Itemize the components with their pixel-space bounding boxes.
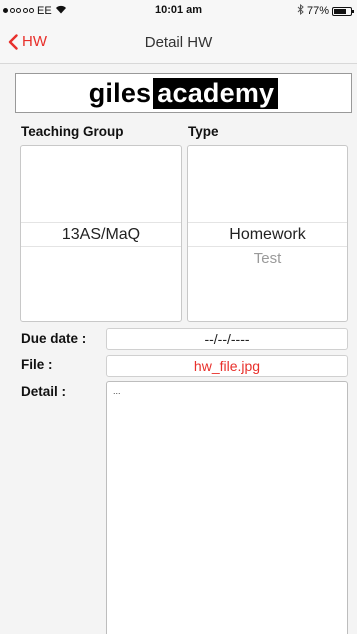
teaching-group-label: Teaching Group (21, 124, 124, 139)
picker-divider (21, 222, 181, 223)
logo-text-academy: academy (153, 77, 279, 109)
status-right: 77% (297, 3, 354, 18)
file-field[interactable]: hw_file.jpg (106, 355, 348, 377)
teaching-group-picker[interactable]: 13AS/MaQ (20, 145, 182, 322)
detail-label: Detail : (21, 384, 67, 399)
bluetooth-icon (297, 3, 304, 18)
page-title: Detail HW (144, 34, 213, 51)
due-date-field[interactable]: --/--/---- (106, 328, 348, 350)
battery-fill (334, 8, 347, 14)
due-date-label: Due date : (21, 331, 87, 346)
battery-icon (332, 6, 354, 16)
school-logo: giles academy (15, 73, 352, 113)
battery-percent: 77% (306, 5, 329, 17)
file-label: File : (21, 357, 53, 372)
picker-divider (21, 246, 181, 247)
navigation-bar: HW Detail HW (0, 20, 357, 64)
picker-divider (188, 222, 347, 223)
teaching-group-selected-option[interactable]: 13AS/MaQ (21, 226, 181, 244)
type-selected-option[interactable]: Homework (188, 226, 347, 244)
logo-text-giles: giles (88, 77, 152, 108)
battery-tip (352, 9, 354, 13)
picker-divider (188, 246, 347, 247)
type-option-test[interactable]: Test (188, 250, 347, 267)
type-picker[interactable]: Homework Test (187, 145, 348, 322)
status-bar: EE 10:01 am 77% (0, 0, 357, 20)
detail-textarea[interactable]: ... (106, 381, 348, 634)
type-label: Type (188, 124, 219, 139)
